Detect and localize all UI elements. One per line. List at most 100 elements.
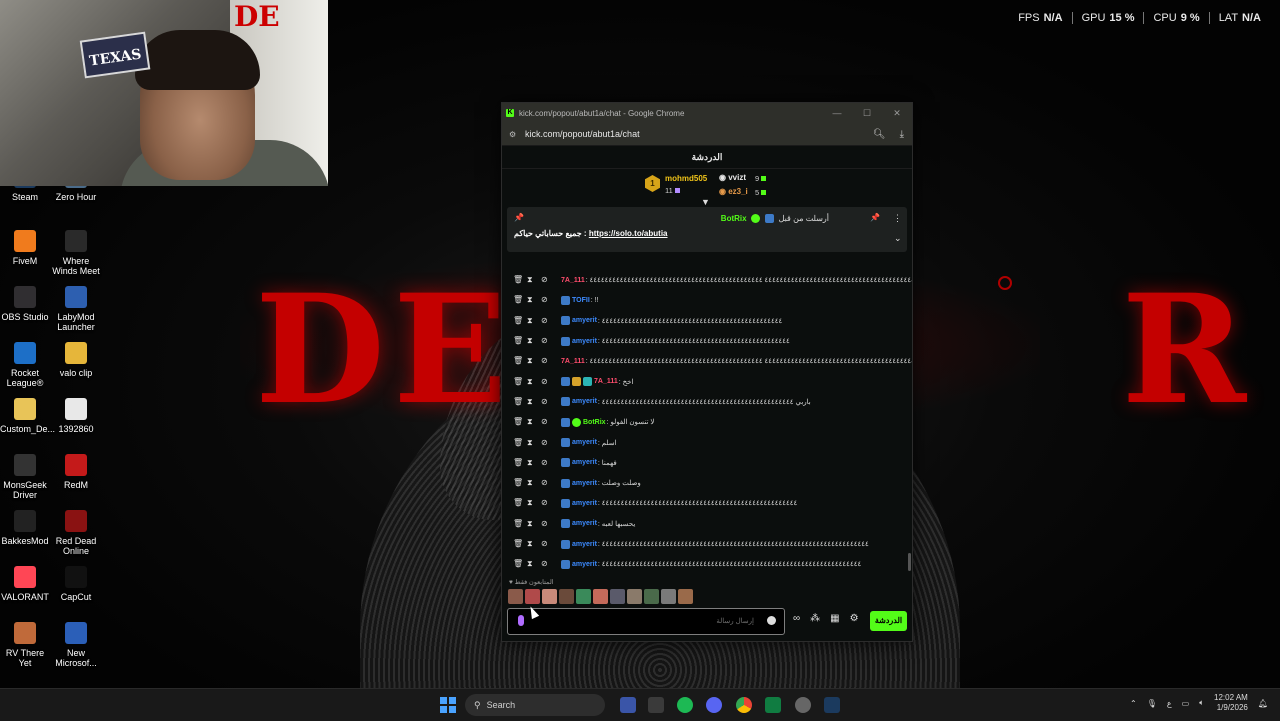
trash-icon[interactable]: 🗑︎ — [513, 519, 527, 529]
ban-icon[interactable]: ⊘ — [541, 275, 555, 285]
chat-message[interactable]: 🗑︎ ⧗ ⊘ amyerit: ٤٤٤٤٤٤٤٤٤٤٤٤٤٤٤٤٤٤٤٤٤٤٤٤٤٤٤… — [502, 534, 912, 554]
trash-icon[interactable]: 🗑︎ — [513, 316, 527, 326]
taskbar-search[interactable]: ⚲ Search — [465, 694, 605, 716]
chat-username[interactable]: TOFII — [572, 297, 590, 304]
desktop-icon[interactable]: OBS Studio — [0, 286, 50, 322]
tray-volume-icon[interactable]: 🔈︎ — [1199, 698, 1204, 708]
search-icon[interactable]: 🔍︎ — [873, 129, 886, 140]
site-settings-icon[interactable]: ⚙ — [509, 130, 519, 139]
ban-icon[interactable]: ⊘ — [541, 336, 555, 346]
desktop-icon[interactable]: Where Winds Meet — [51, 230, 101, 276]
chatter-avatar[interactable] — [542, 589, 557, 604]
ban-icon[interactable]: ⊘ — [541, 559, 555, 569]
tray-chevron-up-icon[interactable]: ⌃ — [1130, 699, 1137, 708]
trash-icon[interactable]: 🗑︎ — [513, 336, 527, 346]
chatter-avatar[interactable] — [627, 589, 642, 604]
timeout-icon[interactable]: ⧗ — [527, 519, 541, 529]
timeout-icon[interactable]: ⧗ — [527, 336, 541, 346]
chat-input[interactable]: إرسال رسالة — [507, 608, 785, 635]
mic-icon[interactable] — [518, 615, 524, 626]
download-icon[interactable]: ⤓ — [900, 129, 904, 140]
ban-icon[interactable]: ⊘ — [541, 438, 555, 448]
ban-icon[interactable]: ⊘ — [541, 458, 555, 468]
chrome-icon[interactable] — [736, 697, 752, 713]
chatter-avatar[interactable] — [559, 589, 574, 604]
chat-username[interactable]: BotRix — [583, 419, 606, 426]
timeout-icon[interactable]: ⧗ — [527, 356, 541, 366]
share-icon[interactable]: ⁂ — [810, 613, 820, 624]
tray-clock[interactable]: 12:02 AM 1/9/2026 — [1214, 693, 1248, 713]
trash-icon[interactable]: 🗑︎ — [513, 417, 527, 427]
chat-username[interactable]: amyerit — [572, 338, 597, 345]
unity-hub-icon[interactable] — [648, 697, 664, 713]
timeout-icon[interactable]: ⧗ — [527, 397, 541, 407]
leaderboard-first-name[interactable]: mohmd505 — [665, 174, 707, 183]
unpin-icon[interactable]: 📌 — [870, 213, 880, 222]
chat-message[interactable]: 🗑︎ ⧗ ⊘ amyerit: فهمنا — [502, 453, 912, 473]
chat-username[interactable]: amyerit — [572, 398, 597, 405]
chat-username[interactable]: amyerit — [572, 317, 597, 324]
ban-icon[interactable]: ⊘ — [541, 417, 555, 427]
timeout-icon[interactable]: ⧗ — [527, 417, 541, 427]
trash-icon[interactable]: 🗑︎ — [513, 478, 527, 488]
timeout-icon[interactable]: ⧗ — [527, 316, 541, 326]
address-bar[interactable]: ⚙ kick.com/popout/abut1a/chat 🔍︎ ⤓ — [502, 123, 912, 146]
chat-username[interactable]: amyerit — [572, 561, 597, 568]
chatter-avatar[interactable] — [678, 589, 693, 604]
chat-input-placeholder[interactable]: إرسال رسالة — [716, 617, 754, 625]
chat-username[interactable]: amyerit — [572, 541, 597, 548]
timeout-icon[interactable]: ⧗ — [527, 498, 541, 508]
chat-message[interactable]: 🗑︎ ⧗ ⊘ amyerit: ٤٤٤٤٤٤٤٤٤٤٤٤٤٤٤٤٤٤٤٤٤٤٤٤٤٤٤… — [502, 331, 912, 351]
excel-icon[interactable] — [765, 697, 781, 713]
folder-app-icon[interactable] — [620, 697, 636, 713]
chat-message[interactable]: 🗑︎ ⧗ ⊘ amyerit: وصلت وصلت — [502, 473, 912, 493]
desktop-icon[interactable]: Rocket League® — [0, 342, 50, 388]
trash-icon[interactable]: 🗑︎ — [513, 438, 527, 448]
chat-username[interactable]: 7A_111 — [561, 358, 585, 365]
chatter-avatar[interactable] — [508, 589, 523, 604]
ban-icon[interactable]: ⊘ — [541, 377, 555, 387]
timeout-icon[interactable]: ⧗ — [527, 275, 541, 285]
chat-message[interactable]: 🗑︎ ⧗ ⊘ amyerit: اسلم — [502, 432, 912, 452]
desktop-icon[interactable]: valo clip — [51, 342, 101, 378]
chat-message[interactable]: 🗑︎ ⧗ ⊘ amyerit: باربي ٤٤٤٤٤٤٤٤٤٤٤٤٤٤٤٤٤٤٤٤٤… — [502, 392, 912, 412]
tray-language[interactable]: ع — [1167, 699, 1172, 708]
trash-icon[interactable]: 🗑︎ — [513, 458, 527, 468]
chat-message[interactable]: 🗑︎ ⧗ ⊘ amyerit: ٤٤٤٤٤٤٤٤٤٤٤٤٤٤٤٤٤٤٤٤٤٤٤٤٤٤٤… — [502, 311, 912, 331]
desktop-icon[interactable]: BakkesMod — [0, 510, 50, 546]
timeout-icon[interactable]: ⧗ — [527, 295, 541, 305]
leaderboard-third-name[interactable]: ◉ ez3_i — [719, 187, 748, 196]
chat-message[interactable]: 🗑︎ ⧗ ⊘ amyerit: يحسبها لعبه — [502, 514, 912, 534]
trash-icon[interactable]: 🗑︎ — [513, 397, 527, 407]
chat-scrollbar[interactable] — [908, 553, 911, 571]
desktop-icon[interactable]: RV There Yet — [0, 622, 50, 668]
obs-icon[interactable] — [795, 697, 811, 713]
chatter-avatar[interactable] — [525, 589, 540, 604]
timeout-icon[interactable]: ⧗ — [527, 377, 541, 387]
pinned-author[interactable]: BotRix — [721, 214, 747, 223]
ban-icon[interactable]: ⊘ — [541, 295, 555, 305]
desktop-icon[interactable]: New Microsof... — [51, 622, 101, 668]
close-button[interactable]: ✕ — [882, 108, 912, 119]
ban-icon[interactable]: ⊘ — [541, 539, 555, 549]
desktop-icon[interactable]: 1392860 — [51, 398, 101, 434]
window-titlebar[interactable]: K kick.com/popout/abut1a/chat - Google C… — [502, 103, 912, 123]
expand-chevron-icon[interactable]: ⌄ — [894, 233, 902, 244]
trash-icon[interactable]: 🗑︎ — [513, 377, 527, 387]
trash-icon[interactable]: 🗑︎ — [513, 498, 527, 508]
trash-icon[interactable]: 🗑︎ — [513, 356, 527, 366]
ban-icon[interactable]: ⊘ — [541, 397, 555, 407]
discord-icon[interactable] — [706, 697, 722, 713]
desktop-icon[interactable]: Custom_De... — [0, 398, 55, 434]
notification-bell-icon[interactable]: 🔔︎ — [1258, 699, 1268, 708]
timeout-icon[interactable]: ⧗ — [527, 559, 541, 569]
timeout-icon[interactable]: ⧗ — [527, 539, 541, 549]
chat-username[interactable]: amyerit — [572, 520, 597, 527]
chat-message[interactable]: 🗑︎ ⧗ ⊘ 7A_111: ٤٤٤٤٤٤٤٤٤٤٤٤٤٤٤٤٤٤٤٤٤٤٤٤٤٤٤٤… — [502, 351, 912, 371]
chat-username[interactable]: amyerit — [572, 500, 597, 507]
chat-message[interactable]: 🗑︎ ⧗ ⊘ TOFII: !! — [502, 290, 912, 310]
minimize-button[interactable]: — — [822, 108, 852, 119]
chat-message[interactable]: 🗑︎ ⧗ ⊘ BotRix: لا تنسون الفولو — [502, 412, 912, 432]
timeout-icon[interactable]: ⧗ — [527, 478, 541, 488]
desktop-icon[interactable]: RedM — [51, 454, 101, 490]
